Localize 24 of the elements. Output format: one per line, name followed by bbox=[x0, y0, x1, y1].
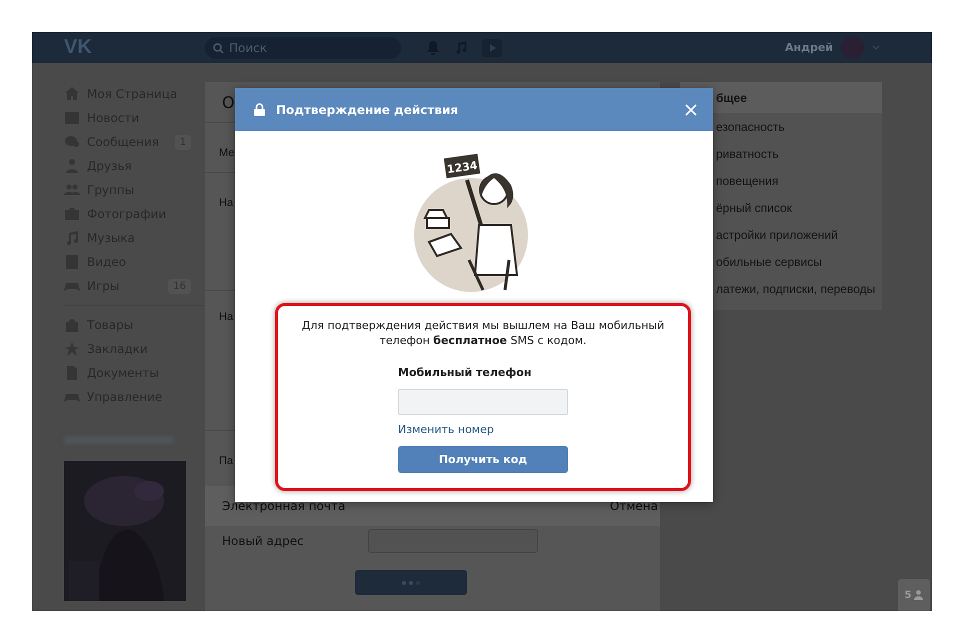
dots-icon bbox=[402, 580, 420, 584]
row-label: На bbox=[219, 197, 234, 209]
phone-label: Мобильный телефон bbox=[398, 366, 532, 379]
close-button[interactable] bbox=[685, 104, 697, 116]
save-button[interactable] bbox=[355, 570, 467, 595]
lock-icon bbox=[254, 103, 265, 116]
row-label: Ме bbox=[219, 147, 234, 159]
phone-field[interactable] bbox=[398, 389, 568, 415]
search-field[interactable]: Поиск bbox=[205, 36, 401, 58]
email-label: Электронная почта bbox=[222, 499, 346, 513]
cancel-link[interactable]: Отмена bbox=[610, 499, 658, 513]
dialog-title: Подтверждение действия bbox=[276, 102, 458, 116]
row-label: На bbox=[219, 311, 234, 323]
sms-message: Для подтверждения действия мы вышлем на Ваш мобильный телефон бесплатное SMS с кодом. bbox=[300, 318, 666, 348]
new-address-label: Новый адрес bbox=[222, 534, 304, 548]
change-number-link[interactable]: Изменить номер bbox=[398, 423, 568, 436]
row-label: Па bbox=[219, 455, 234, 467]
get-code-button[interactable]: Получить код bbox=[398, 446, 568, 473]
online-badge[interactable]: 5 bbox=[898, 579, 930, 611]
person-icon bbox=[914, 590, 924, 600]
play-icon[interactable] bbox=[482, 38, 502, 56]
card-title: О bbox=[222, 92, 235, 112]
user-name[interactable]: Андрей bbox=[784, 41, 833, 54]
chevron-icon[interactable] bbox=[872, 45, 880, 50]
